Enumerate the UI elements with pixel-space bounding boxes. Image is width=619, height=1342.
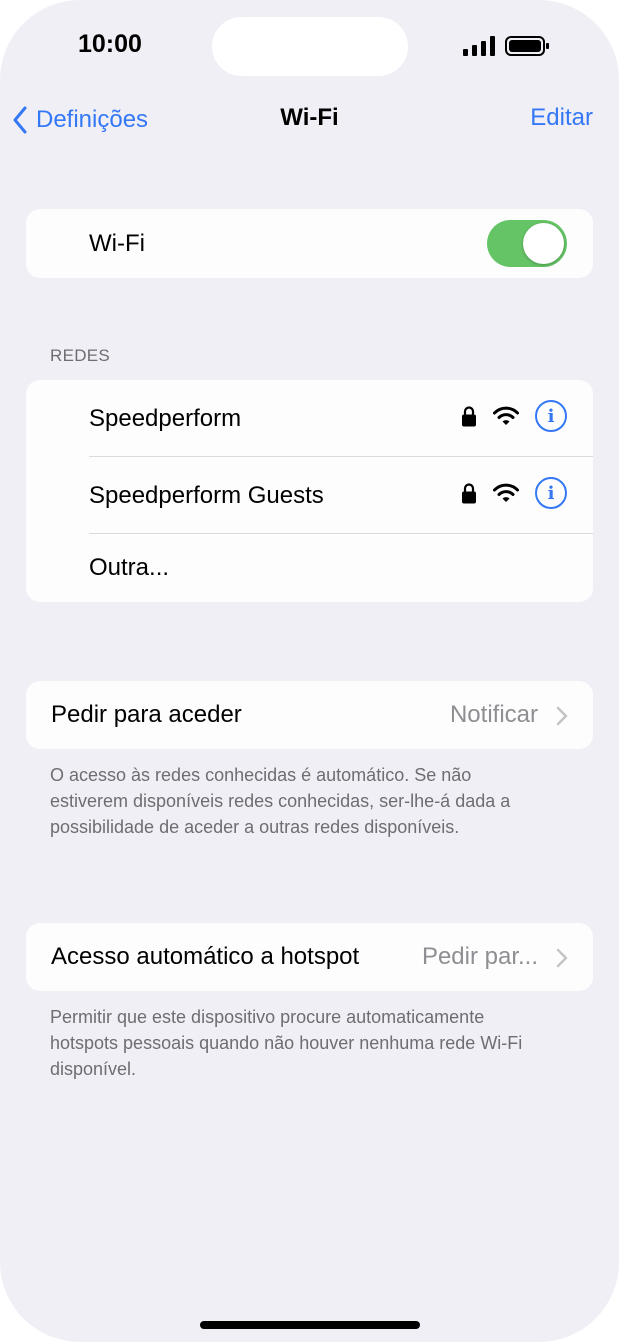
wifi-signal-icon xyxy=(493,406,519,425)
networks-section-header: REDES xyxy=(50,346,111,365)
wifi-signal-icon xyxy=(493,483,519,502)
network-icons: i xyxy=(461,477,567,509)
edit-button[interactable]: Editar xyxy=(530,104,593,132)
other-network-row[interactable]: Outra... xyxy=(26,534,593,602)
network-name: Speedperform Guests xyxy=(89,481,324,509)
ask-to-join-row[interactable]: Pedir para aceder Notificar xyxy=(26,681,593,749)
status-time: 10:00 xyxy=(78,30,142,58)
home-indicator[interactable] xyxy=(200,1321,420,1329)
auto-hotspot-card: Acesso automático a hotspot Pedir par... xyxy=(26,923,593,991)
network-icons: i xyxy=(461,400,567,432)
ask-to-join-value: Notificar xyxy=(449,701,538,728)
wifi-toggle-card: Wi-Fi xyxy=(26,209,593,278)
wifi-toggle-label: Wi-Fi xyxy=(89,229,145,257)
dynamic-island xyxy=(212,17,408,76)
network-info-button[interactable]: i xyxy=(535,400,567,432)
lock-icon xyxy=(462,483,476,504)
auto-hotspot-row[interactable]: Acesso automático a hotspot Pedir par... xyxy=(26,923,593,991)
page-title: Wi-Fi xyxy=(280,104,339,131)
other-network-label: Outra... xyxy=(89,554,170,581)
auto-hotspot-footnote: Permitir que este dispositivo procure au… xyxy=(50,1007,523,1079)
chevron-right-icon xyxy=(556,948,568,968)
auto-hotspot-label: Acesso automático a hotspot xyxy=(51,943,360,970)
wifi-toggle-switch[interactable] xyxy=(487,220,567,267)
ask-to-join-card: Pedir para aceder Notificar xyxy=(26,681,593,749)
phone-screen: 10:00 Definições Wi-Fi Editar Wi-Fi REDE… xyxy=(0,0,619,1342)
network-row[interactable]: Speedperform Guests i xyxy=(26,457,593,534)
toggle-knob xyxy=(523,223,564,264)
chevron-right-icon xyxy=(556,706,568,726)
ask-to-join-footnote: O acesso às redes conhecidas é automátic… xyxy=(50,765,511,837)
auto-hotspot-value: Pedir par... xyxy=(421,943,538,970)
wifi-toggle-row: Wi-Fi xyxy=(26,209,593,278)
ask-to-join-label: Pedir para aceder xyxy=(51,701,242,728)
network-name: Speedperform xyxy=(89,404,242,432)
cellular-signal-icon xyxy=(463,36,495,56)
network-info-button[interactable]: i xyxy=(535,477,567,509)
lock-icon xyxy=(462,406,476,427)
networks-card: Speedperform i Speedperform Guests i Out… xyxy=(26,380,593,602)
network-row[interactable]: Speedperform i xyxy=(26,380,593,457)
battery-icon xyxy=(505,36,549,56)
